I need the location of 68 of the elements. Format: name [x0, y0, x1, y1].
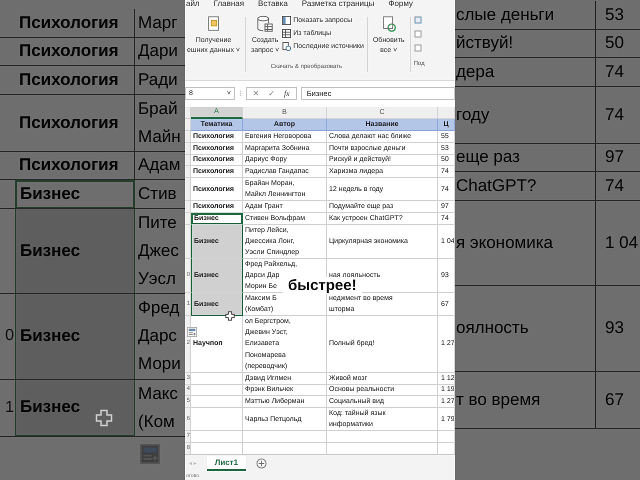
table-cell: ChatGPT? — [455, 172, 596, 200]
add-sheet-icon[interactable] — [256, 458, 268, 469]
table-cell-text: 50 — [604, 32, 625, 54]
table-cell: оялность — [455, 286, 596, 370]
ribbon-tab[interactable]: Форму — [388, 0, 413, 9]
sheet-tab[interactable]: Лист1 — [206, 456, 246, 471]
table-cell: т во время — [455, 372, 596, 428]
table-cell-text: Марг — [137, 12, 178, 34]
confirm-icon[interactable]: ✓ — [268, 88, 275, 98]
row-number: 1 — [4, 398, 15, 418]
table-cell: году — [455, 86, 596, 142]
table-cell-text: Фред Дарс Мори — [137, 297, 182, 376]
row-header[interactable] — [185, 154, 191, 166]
row-number: 0 — [4, 326, 15, 346]
table-cell-text: Пите Джес Уэсл — [137, 212, 180, 290]
table-cell-text: Адам — [137, 154, 182, 176]
recent-document-icon — [282, 42, 292, 51]
query-list-icon — [282, 16, 292, 25]
table-cell-text: Брай Майн — [137, 98, 182, 148]
table-cell-text: Ради — [137, 68, 179, 91]
table-cell: Психология — [15, 9, 135, 36]
table-cell-text: Стив — [137, 182, 178, 205]
row-header[interactable] — [185, 142, 191, 155]
cancel-icon[interactable]: ✕ — [252, 88, 260, 98]
paste-options-icon — [140, 444, 160, 464]
table-cell-text: 53 — [604, 4, 625, 26]
table-cell-text: 1 04 — [604, 232, 640, 254]
table-cell: Бизнес — [15, 208, 135, 293]
table-cell-text: Макс (Ком — [137, 382, 179, 432]
corner-cell — [185, 107, 191, 119]
cross-cursor-icon — [225, 311, 235, 321]
table-cell-text: 67 — [604, 388, 625, 410]
row-header[interactable] — [185, 224, 191, 259]
table-cell: Психология — [15, 66, 135, 94]
table-cell: Бизнес — [15, 380, 135, 436]
table-cell: Бизнес — [15, 180, 135, 208]
table-cell: Бизнес — [15, 294, 135, 378]
table-cell: слые деньги — [455, 1, 596, 28]
table-icon — [282, 29, 292, 38]
row-header[interactable] — [185, 212, 191, 225]
table-cell: йствуй! — [455, 30, 596, 57]
table-cell-text: 93 — [604, 317, 625, 340]
row-header[interactable] — [185, 166, 191, 178]
table-cell: я экономика — [455, 200, 596, 285]
ribbon-tab[interactable]: Вставка — [258, 0, 288, 9]
table-cell-text: Дари — [137, 40, 179, 62]
caption-text: быстрее! — [283, 277, 362, 294]
paste-options-icon[interactable] — [187, 327, 197, 337]
table-cell-text: 74 — [604, 104, 625, 126]
ribbon-tab[interactable]: айл — [186, 0, 200, 9]
table-cell: дера — [455, 58, 596, 86]
table-cell: Психология — [15, 152, 135, 179]
database-table-icon — [256, 15, 274, 33]
ribbon-tab[interactable]: Разметка страницы — [302, 0, 374, 9]
row-header[interactable] — [185, 119, 191, 131]
table-cell: еще раз — [455, 144, 596, 171]
table-cell-text: 74 — [604, 60, 625, 83]
function-icon[interactable]: fx — [284, 88, 290, 98]
row-header[interactable] — [185, 131, 191, 143]
table-cell: Психология — [15, 38, 135, 65]
column-header[interactable] — [438, 107, 455, 119]
table-cell: Психология — [15, 94, 135, 150]
row-header[interactable] — [185, 178, 191, 202]
cross-cursor-icon — [95, 409, 113, 427]
ribbon-tab[interactable]: Главная — [214, 0, 244, 9]
table-cell-text: 97 — [604, 146, 625, 168]
row-header[interactable] — [185, 201, 191, 213]
table-cell-text: 74 — [604, 174, 625, 197]
